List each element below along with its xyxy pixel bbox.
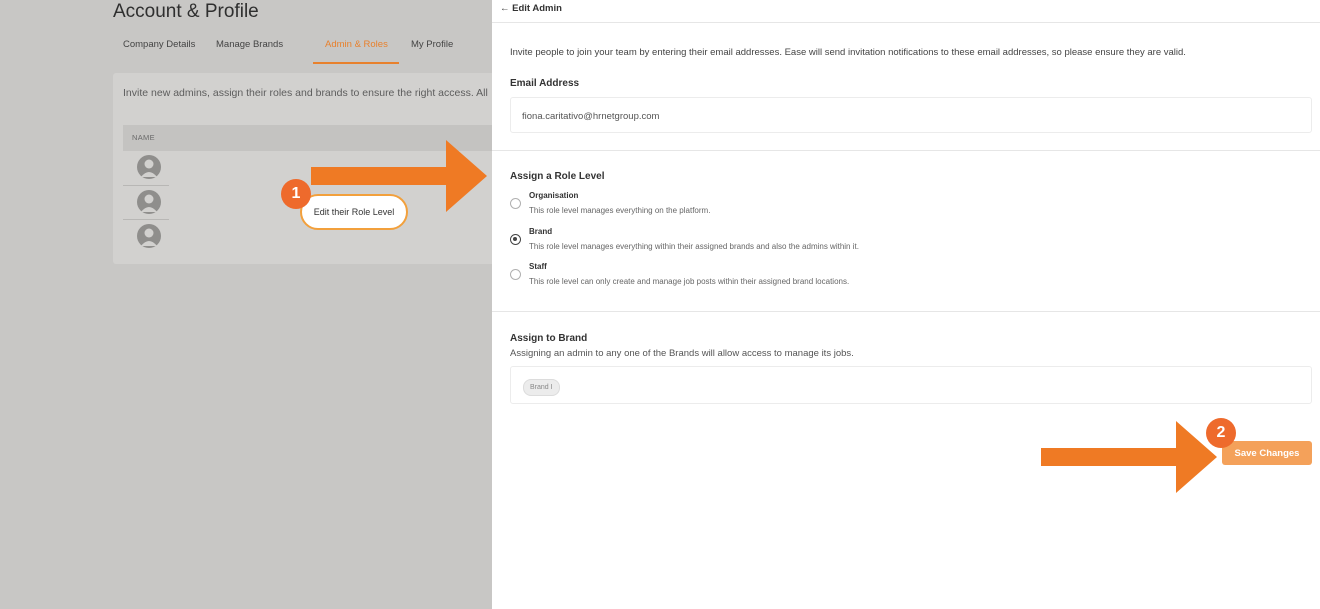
assign-brand-heading: Assign to Brand <box>510 333 588 344</box>
arrow-right-icon <box>311 140 487 212</box>
panel-title: Edit Admin <box>512 3 562 14</box>
invite-description: Invite people to join your team by enter… <box>510 47 1186 58</box>
avatar-icon <box>137 224 161 248</box>
edit-admin-panel: ← Edit Admin Invite people to join your … <box>492 0 1320 609</box>
save-changes-button[interactable]: Save Changes <box>1222 441 1312 465</box>
avatar-icon <box>137 155 161 179</box>
radio-brand[interactable] <box>510 234 521 245</box>
brand-selector[interactable]: Brand I <box>510 366 1312 404</box>
arrow-right-icon <box>1041 421 1217 493</box>
role-staff-desc: This role level can only create and mana… <box>529 277 850 286</box>
tab-company-details[interactable]: Company Details <box>123 39 195 50</box>
role-organisation-title: Organisation <box>529 191 579 200</box>
email-value: fiona.caritativo@hrnetgroup.com <box>522 111 660 122</box>
step-badge-1: 1 <box>281 179 311 209</box>
role-brand-title: Brand <box>529 227 553 236</box>
tab-admin-roles[interactable]: Admin & Roles <box>325 39 388 50</box>
role-brand-desc: This role level manages everything withi… <box>529 242 859 251</box>
brand-chip[interactable]: Brand I <box>523 379 560 396</box>
card-description: Invite new admins, assign their roles an… <box>123 87 488 99</box>
email-field[interactable]: fiona.caritativo@hrnetgroup.com <box>510 97 1312 133</box>
email-label: Email Address <box>510 78 580 89</box>
role-level-heading: Assign a Role Level <box>510 171 605 182</box>
row-divider <box>123 219 169 220</box>
radio-staff[interactable] <box>510 269 521 280</box>
active-tab-indicator <box>313 62 399 64</box>
tab-manage-brands[interactable]: Manage Brands <box>216 39 283 50</box>
role-staff-title: Staff <box>529 262 547 271</box>
step-badge-2: 2 <box>1206 418 1236 448</box>
assign-brand-description: Assigning an admin to any one of the Bra… <box>510 348 854 359</box>
panel-header: ← Edit Admin <box>492 0 1320 23</box>
section-divider <box>492 150 1320 151</box>
section-divider <box>492 311 1320 312</box>
row-divider <box>123 185 169 186</box>
role-organisation-desc: This role level manages everything on th… <box>529 206 711 215</box>
radio-organisation[interactable] <box>510 198 521 209</box>
arrow-left-icon: ← <box>500 3 510 14</box>
tab-my-profile[interactable]: My Profile <box>411 39 453 50</box>
column-name-header: NAME <box>132 133 155 142</box>
page-title: Account & Profile <box>113 1 259 22</box>
avatar-icon <box>137 190 161 214</box>
back-button[interactable]: ← Edit Admin <box>500 3 562 14</box>
